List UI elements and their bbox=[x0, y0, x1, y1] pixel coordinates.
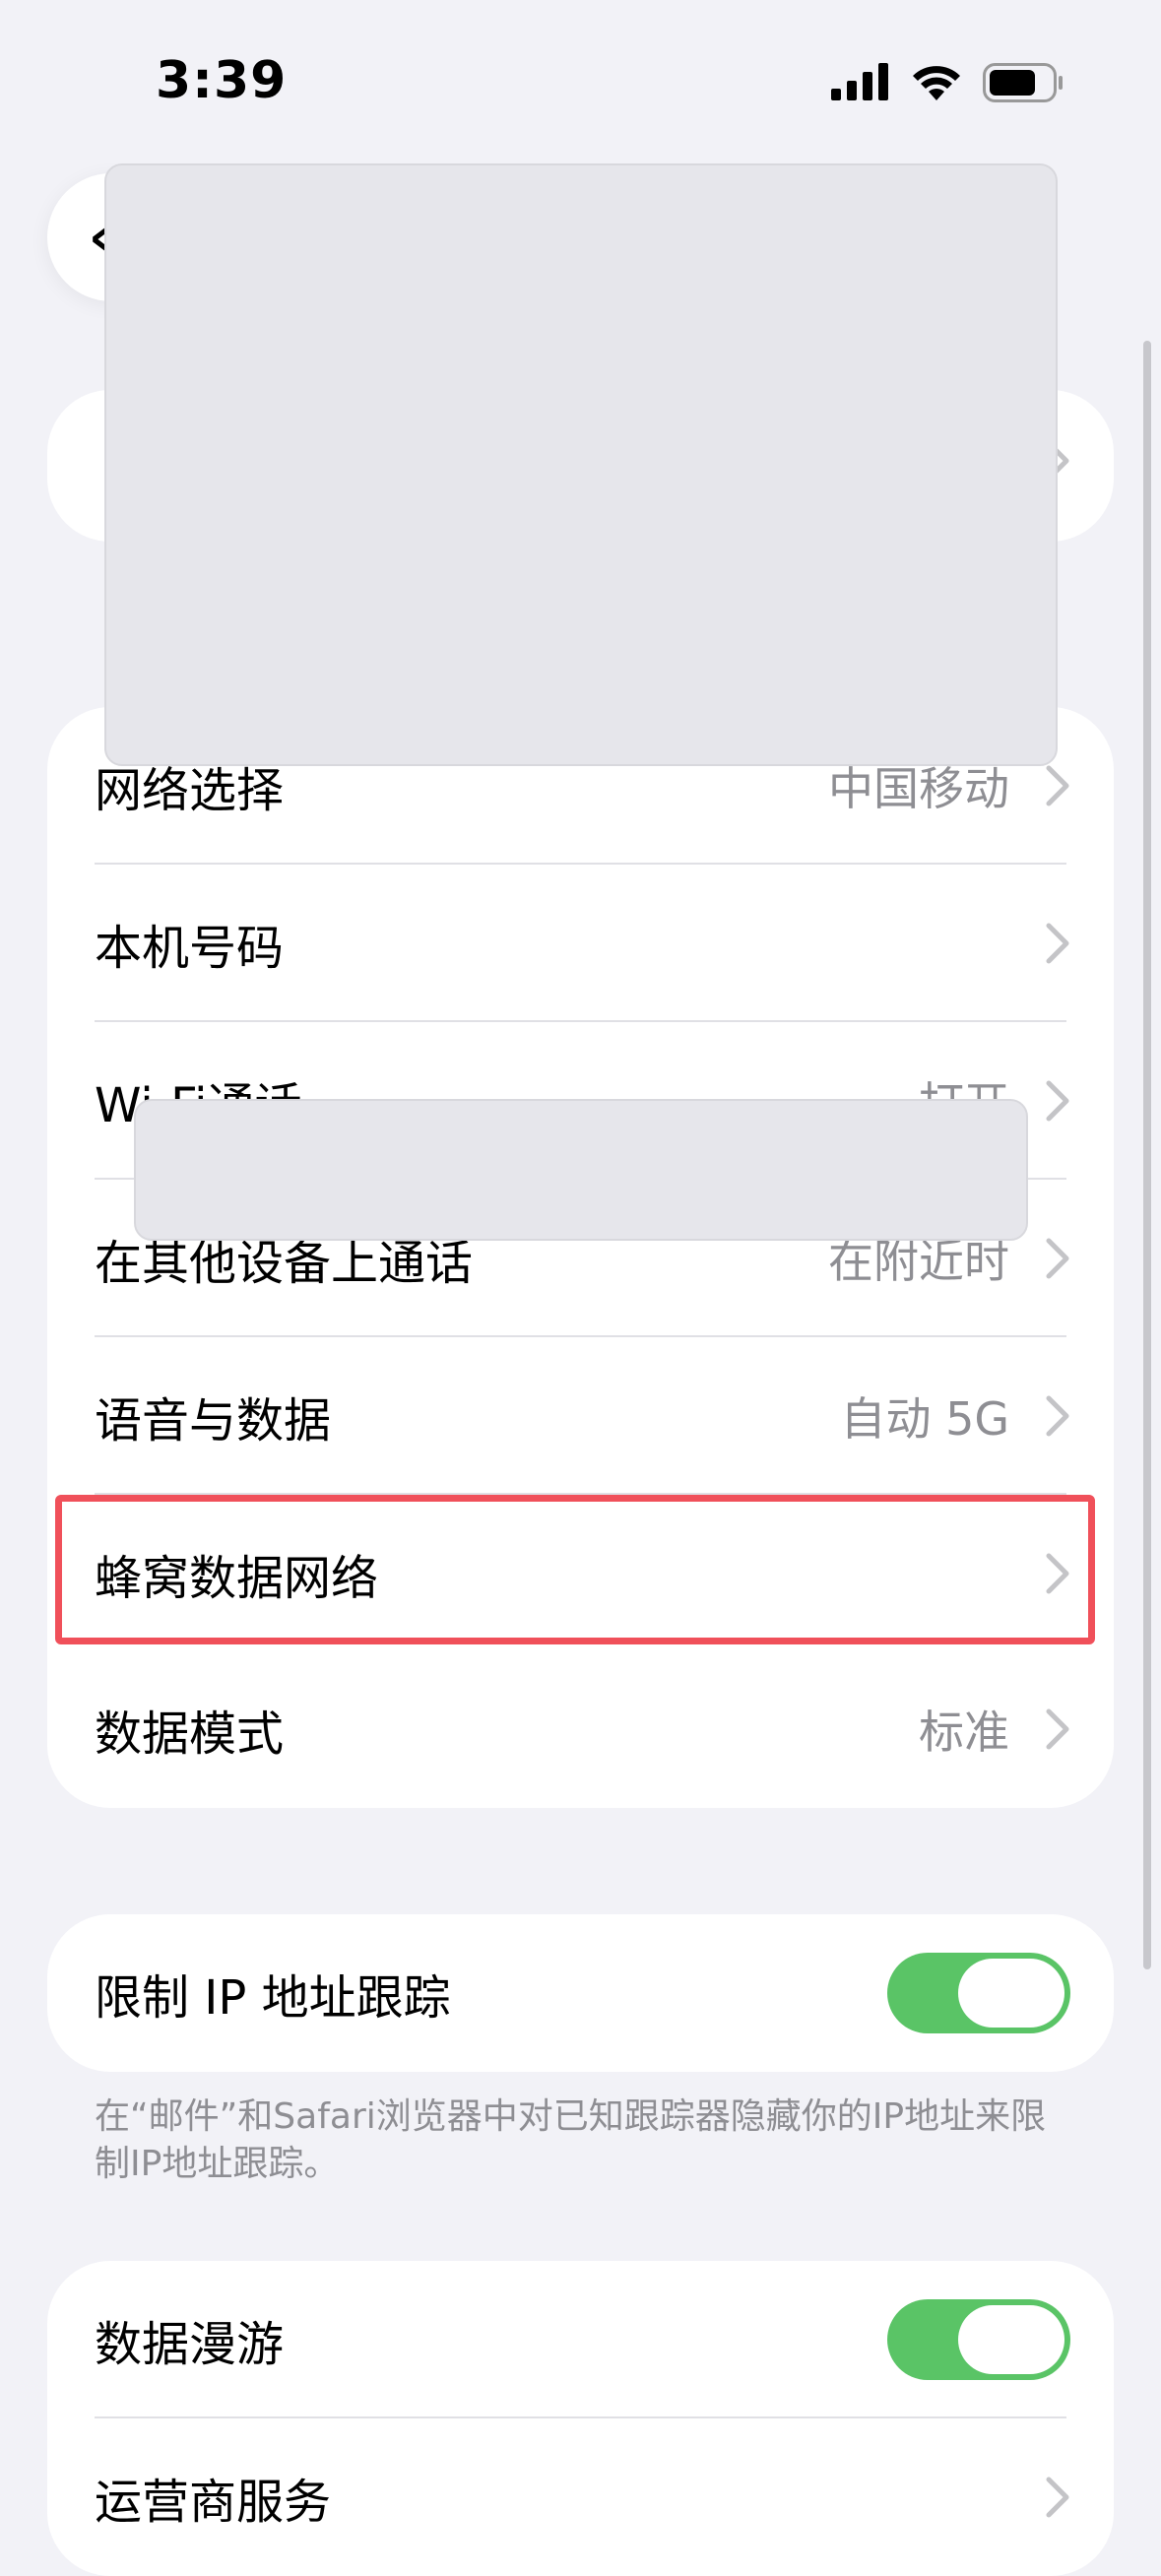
ip-tracking-toggle[interactable] bbox=[887, 1953, 1070, 2033]
status-bar: 3:39 bbox=[0, 0, 1161, 167]
redaction-overlay bbox=[104, 163, 1058, 766]
row-carrier-services[interactable]: 运营商服务 bbox=[47, 2418, 1114, 2576]
ip-tracking-footnote: 在“邮件”和Safari浏览器中对已知跟踪器隐藏你的IP地址来限制IP地址跟踪。 bbox=[95, 2096, 1047, 2184]
row-label: 语音与数据 bbox=[95, 1393, 332, 1449]
row-voice-and-data[interactable]: 语音与数据 自动 5G bbox=[47, 1337, 1114, 1495]
row-label: 数据模式 bbox=[95, 1707, 285, 1762]
cellular-signal-icon bbox=[831, 63, 888, 100]
chevron-right-icon bbox=[1046, 1080, 1069, 1122]
wifi-icon bbox=[913, 66, 960, 100]
chevron-right-icon bbox=[1046, 2477, 1069, 2518]
data-roaming-toggle[interactable] bbox=[887, 2299, 1070, 2380]
battery-icon bbox=[983, 63, 1063, 102]
row-value: 标准 bbox=[919, 1706, 1009, 1759]
chevron-right-icon bbox=[1046, 765, 1069, 806]
redaction-overlay bbox=[134, 1099, 1028, 1241]
scroll-indicator[interactable] bbox=[1143, 341, 1151, 1969]
chevron-right-icon bbox=[1046, 1238, 1069, 1279]
chevron-right-icon bbox=[1046, 923, 1069, 964]
roaming-card: 数据漫游 运营商服务 bbox=[47, 2261, 1114, 2576]
row-data-roaming: 数据漫游 bbox=[47, 2261, 1114, 2418]
toggle-knob bbox=[958, 2305, 1064, 2374]
highlight-annotation bbox=[55, 1495, 1095, 1644]
toggle-knob bbox=[958, 1959, 1064, 2028]
row-data-mode[interactable]: 数据模式 标准 bbox=[47, 1650, 1114, 1808]
row-label: 数据漫游 bbox=[95, 2317, 285, 2372]
status-time: 3:39 bbox=[156, 51, 288, 110]
ip-tracking-card: 限制 IP 地址跟踪 bbox=[47, 1914, 1114, 2072]
row-label: 限制 IP 地址跟踪 bbox=[95, 1970, 451, 2026]
chevron-right-icon bbox=[1046, 1708, 1069, 1750]
row-value: 自动 5G bbox=[840, 1392, 1009, 1446]
row-limit-ip-tracking: 限制 IP 地址跟踪 bbox=[47, 1914, 1114, 2072]
row-label: 运营商服务 bbox=[95, 2475, 332, 2530]
chevron-right-icon bbox=[1046, 1395, 1069, 1437]
row-label: 本机号码 bbox=[95, 921, 285, 976]
row-my-number[interactable]: 本机号码 bbox=[47, 865, 1114, 1022]
